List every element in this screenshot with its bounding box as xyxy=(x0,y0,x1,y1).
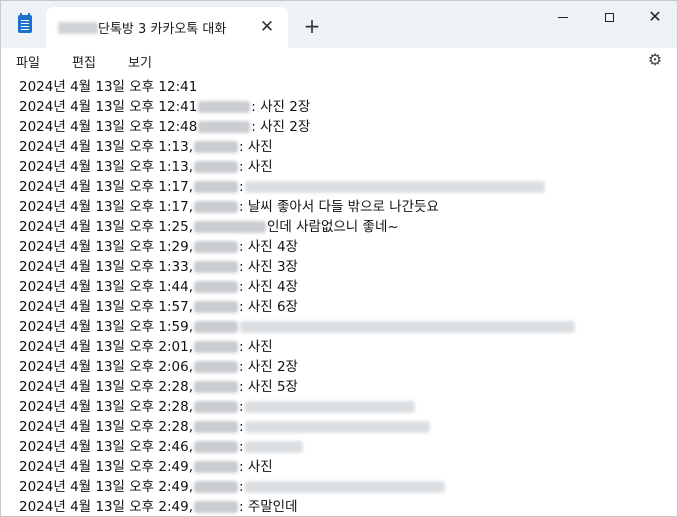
menu-file[interactable]: 파일 xyxy=(16,52,40,71)
redacted-name xyxy=(194,221,266,233)
text-line: 2024년 4월 13일 오후 1:17, : 날씨 좋아서 다들 밖으로 나간… xyxy=(19,199,439,215)
redacted-name xyxy=(194,201,238,213)
text-line: 2024년 4월 13일 오후 2:49, : xyxy=(19,475,446,495)
text-line: 2024년 4월 13일 오후 1:57, : 사진 6장 xyxy=(19,299,298,315)
redacted-name xyxy=(194,381,238,393)
redacted-name xyxy=(194,261,238,273)
text-line: 2024년 4월 13일 오후 12:48 : 사진 2장 xyxy=(19,119,311,135)
redacted-name xyxy=(194,161,238,173)
text-line: 2024년 4월 13일 오후 1:44, : 사진 4장 xyxy=(19,279,298,295)
redacted-name xyxy=(194,301,238,313)
maximize-button[interactable] xyxy=(586,1,632,33)
redacted-message xyxy=(244,481,445,493)
text-editor[interactable]: 2024년 4월 13일 오후 12:41 2024년 4월 13일 오후 12… xyxy=(1,75,677,517)
redacted-name xyxy=(198,121,251,133)
redacted-message xyxy=(240,321,575,333)
maximize-icon xyxy=(604,12,614,22)
text-line: 2024년 4월 13일 오후 2:49, : 사진 xyxy=(19,459,273,475)
redacted-name xyxy=(194,341,238,353)
redacted-name xyxy=(194,281,238,293)
redacted-name xyxy=(194,441,238,453)
new-tab-button[interactable]: + xyxy=(301,15,323,37)
title-bar: 단톡방 3 카카오톡 대화 ✕ + ✕ xyxy=(1,1,677,48)
menu-bar: 파일 편집 보기 ⚙ xyxy=(1,48,677,75)
text-line: 2024년 4월 13일 오후 2:01, : 사진 xyxy=(19,339,273,355)
tab-close-icon[interactable]: ✕ xyxy=(256,16,278,38)
redacted-message xyxy=(244,401,415,413)
redacted-name xyxy=(194,241,238,253)
text-line: 2024년 4월 13일 오후 12:41 : 사진 2장 xyxy=(19,99,311,115)
notepad-window: 단톡방 3 카카오톡 대화 ✕ + ✕ 파일 편집 보기 ⚙ 2024년 4월 … xyxy=(0,0,678,517)
gear-icon[interactable]: ⚙ xyxy=(646,51,664,69)
text-line: 2024년 4월 13일 오후 1:25, 인데 사람없으니 좋네~ xyxy=(19,219,399,235)
close-button[interactable]: ✕ xyxy=(632,1,678,33)
text-line: 2024년 4월 13일 오후 2:49, : 주말인데 xyxy=(19,499,298,515)
redacted-name xyxy=(194,361,238,373)
redacted-name xyxy=(198,101,251,113)
redacted-name xyxy=(194,481,238,493)
redacted-message xyxy=(244,181,545,193)
text-line: 2024년 4월 13일 오후 1:29, : 사진 4장 xyxy=(19,239,298,255)
menu-view[interactable]: 보기 xyxy=(128,52,152,71)
minimize-icon xyxy=(558,16,568,18)
redacted-name xyxy=(194,181,238,193)
tab-title: 단톡방 3 카카오톡 대화 xyxy=(98,22,227,37)
text-line: 2024년 4월 13일 오후 2:28, : xyxy=(19,415,431,435)
document-tab[interactable]: 단톡방 3 카카오톡 대화 ✕ xyxy=(46,7,288,48)
text-line: 2024년 4월 13일 오후 1:33, : 사진 3장 xyxy=(19,259,298,275)
text-line: 2024년 4월 13일 오후 1:59, xyxy=(19,315,576,335)
notepad-app-icon xyxy=(18,13,32,33)
menu-edit[interactable]: 편집 xyxy=(72,52,96,71)
redacted-name xyxy=(194,401,238,413)
redacted-name xyxy=(194,461,238,473)
redacted-name xyxy=(194,321,238,333)
minimize-button[interactable] xyxy=(540,1,586,33)
text-line: 2024년 4월 13일 오후 1:17, : xyxy=(19,175,546,195)
text-line: 2024년 4월 13일 오후 2:28, : xyxy=(19,395,416,415)
redacted-message xyxy=(244,441,303,453)
close-icon: ✕ xyxy=(648,7,662,26)
text-line: 2024년 4월 13일 오후 2:46, : xyxy=(19,435,304,455)
text-line: 2024년 4월 13일 오후 1:13, : 사진 xyxy=(19,159,273,175)
text-line: 2024년 4월 13일 오후 1:13, : 사진 xyxy=(19,139,273,155)
text-line: 2024년 4월 13일 오후 2:28, : 사진 5장 xyxy=(19,379,298,395)
redacted-name xyxy=(194,421,238,433)
redacted-message xyxy=(244,421,430,433)
text-line: 2024년 4월 13일 오후 12:41 xyxy=(19,79,198,95)
redacted-tab-prefix xyxy=(58,22,98,34)
text-line: 2024년 4월 13일 오후 2:06, : 사진 2장 xyxy=(19,359,298,375)
redacted-name xyxy=(194,141,238,153)
redacted-name xyxy=(194,501,238,513)
